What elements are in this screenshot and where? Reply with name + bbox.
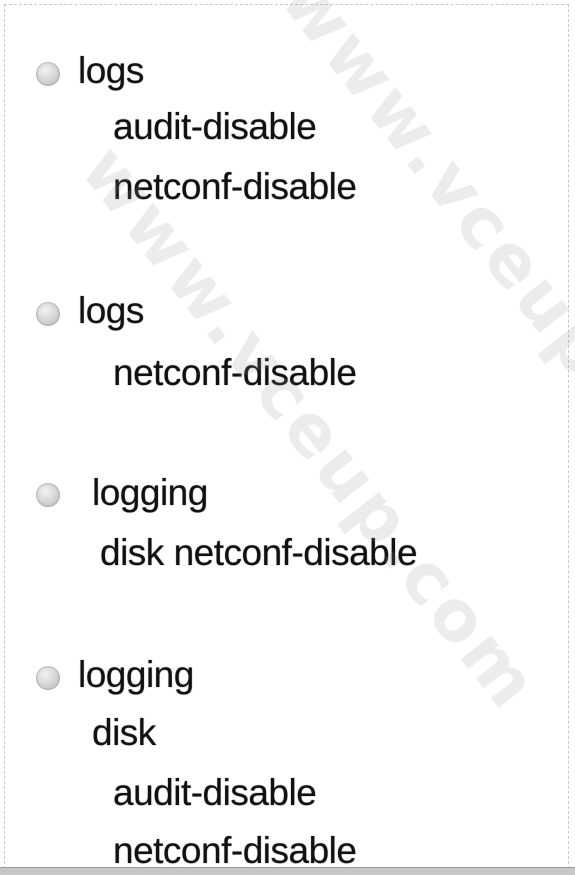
option-1-line-3: netconf-disable <box>113 166 357 207</box>
option-1-line-2: audit-disable <box>113 106 317 147</box>
option-3-line-2: disk netconf-disable <box>100 532 418 573</box>
option-2-line-1: logs <box>78 290 144 331</box>
radio-button-option-4[interactable] <box>36 666 60 690</box>
option-3-line-1: logging <box>92 472 208 513</box>
option-4-line-3: audit-disable <box>113 772 317 813</box>
option-1-line-1: logs <box>78 50 144 91</box>
option-4-line-1: logging <box>78 654 194 695</box>
option-4-line-2: disk <box>92 712 156 753</box>
radio-button-option-3[interactable] <box>36 483 60 507</box>
bottom-scrollbar[interactable] <box>0 867 575 875</box>
radio-button-option-2[interactable] <box>36 302 60 326</box>
option-4-line-4: netconf-disable <box>113 830 357 871</box>
radio-button-option-1[interactable] <box>36 62 60 86</box>
option-2-line-2: netconf-disable <box>113 352 357 393</box>
